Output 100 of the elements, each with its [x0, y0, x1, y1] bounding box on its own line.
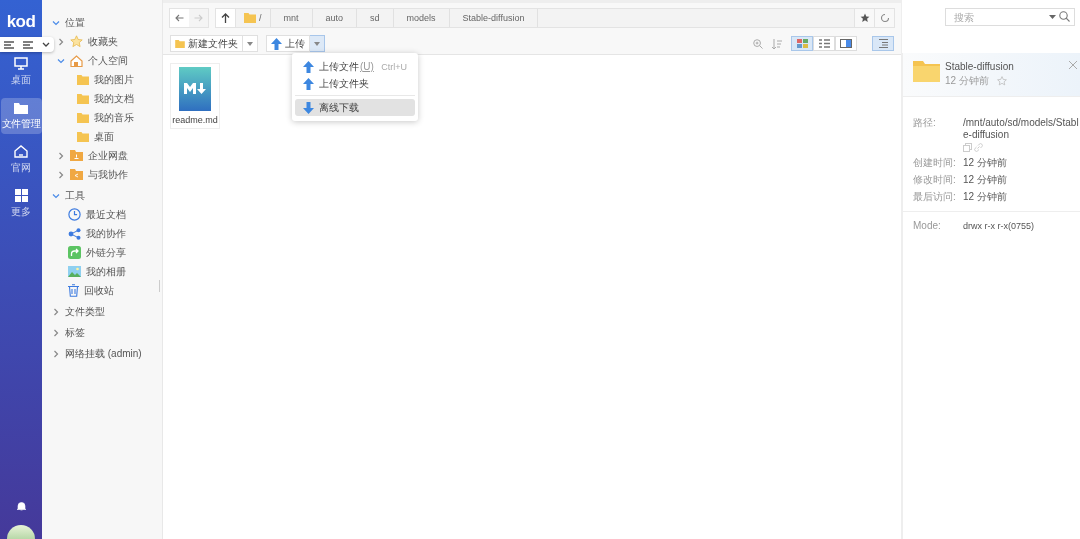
folder-icon: [77, 131, 89, 142]
dropdown-button[interactable]: [310, 35, 325, 52]
field-label: 路径:: [913, 117, 937, 130]
folder-icon: [77, 74, 89, 85]
modified-time: 12 分钟前: [945, 74, 989, 88]
list-icon: [818, 39, 830, 48]
star-icon[interactable]: [996, 76, 1007, 86]
folder-name: Stable-diffusion: [945, 61, 1014, 72]
folder-icon: [244, 13, 256, 23]
tree-item[interactable]: 与我协作: [42, 165, 162, 184]
tree-item[interactable]: 回收站: [42, 281, 162, 300]
icon-view-button[interactable]: [791, 36, 813, 51]
chevron-icon: [57, 170, 65, 179]
search-icon[interactable]: [1059, 11, 1070, 22]
tree-item[interactable]: 我的文档: [42, 89, 162, 108]
align-left-icon[interactable]: [23, 40, 33, 49]
shared-folder-icon: [70, 169, 83, 180]
breadcrumb-item[interactable]: auto: [312, 9, 358, 27]
chevron-icon: [57, 151, 65, 160]
details-icon: [877, 39, 889, 48]
caret-icon[interactable]: [1049, 15, 1056, 19]
tree-item[interactable]: 个人空间: [42, 51, 162, 70]
user-avatar[interactable]: [7, 525, 35, 539]
tree-item[interactable]: 我的相册: [42, 262, 162, 281]
up-button[interactable]: [216, 9, 236, 27]
chevron-icon: [57, 37, 65, 46]
menu-item[interactable]: 上传文件(U) Ctrl+U: [295, 58, 415, 75]
zoom-icon[interactable]: [753, 38, 763, 49]
chevron-icon: [52, 307, 60, 316]
breadcrumb-item[interactable]: models: [393, 9, 450, 27]
resize-handle[interactable]: [159, 280, 160, 292]
monitor-icon: [14, 57, 28, 70]
folder-icon: [77, 112, 89, 123]
tree-section[interactable]: 文件类型: [42, 302, 162, 321]
tree-section[interactable]: 网络挂载 (admin): [42, 344, 162, 363]
tree-item[interactable]: 最近文档: [42, 205, 162, 224]
menu-item[interactable]: 离线下载: [295, 99, 415, 116]
list-view-button[interactable]: [813, 36, 835, 51]
breadcrumb-item[interactable]: /: [236, 9, 271, 27]
field-value: 12 分钟前: [963, 157, 1007, 169]
sort-icon[interactable]: [772, 38, 782, 49]
star-icon: [70, 35, 83, 48]
chevron-icon: [52, 328, 60, 337]
chevron-icon: [52, 191, 60, 200]
new-folder-button[interactable]: 新建文件夹: [170, 35, 243, 52]
breadcrumb-item[interactable]: mnt: [270, 9, 313, 27]
tree-section[interactable]: 标签: [42, 323, 162, 342]
nav-item[interactable]: 文件管理: [0, 98, 42, 134]
markdown-file-icon: [179, 67, 211, 111]
field-label: 最后访问:: [913, 191, 957, 203]
favorite-button[interactable]: [854, 9, 874, 27]
tree-item[interactable]: 收藏夹: [42, 32, 162, 51]
clock-icon: [68, 208, 81, 221]
file-item[interactable]: readme.md: [170, 63, 220, 129]
tree-section[interactable]: 位置: [42, 13, 162, 32]
star-icon: [859, 13, 870, 23]
field-value: 12 分钟前: [963, 174, 1007, 186]
chevron-down-icon[interactable]: [41, 42, 50, 47]
folder-icon: [70, 150, 83, 161]
chevron-icon: [52, 18, 60, 27]
split-view-button[interactable]: [835, 36, 857, 51]
folder-icon: [77, 93, 89, 104]
dropdown-button[interactable]: [243, 35, 258, 52]
close-icon[interactable]: [1069, 61, 1077, 69]
down-arrow-icon: [303, 101, 314, 114]
tree-item[interactable]: 我的协作: [42, 224, 162, 243]
chevron-icon: [52, 349, 60, 358]
field-value: 12 分钟前: [963, 191, 1007, 203]
field-label: Mode:: [913, 220, 942, 232]
up-arrow-icon: [303, 77, 314, 90]
breadcrumb-item[interactable]: Stable-diffusion: [449, 9, 539, 27]
nav-item[interactable]: 桌面: [0, 54, 42, 90]
field-label: 修改时间:: [913, 174, 957, 186]
caret-icon: [247, 41, 253, 46]
tree-item[interactable]: 桌面: [42, 127, 162, 146]
tree-item[interactable]: 我的图片: [42, 70, 162, 89]
details-panel-button[interactable]: [872, 36, 894, 51]
grid-icon: [796, 39, 808, 48]
field-value: drwx r-x r-x(0755): [963, 220, 1034, 232]
nav-item[interactable]: 更多: [0, 186, 42, 222]
nav-item[interactable]: 官网: [0, 142, 42, 178]
split-view-icon: [840, 39, 852, 48]
up-arrow-icon: [271, 37, 282, 50]
folder-icon: [175, 39, 185, 48]
trash-icon: [68, 284, 79, 297]
field-label: 创建时间:: [913, 157, 957, 169]
bell-icon[interactable]: [16, 501, 26, 511]
tree-item[interactable]: 企业网盘: [42, 146, 162, 165]
search-field[interactable]: 搜索: [945, 8, 1075, 26]
folder-icon: [913, 61, 940, 82]
tree-item[interactable]: 我的音乐: [42, 108, 162, 127]
align-left-icon[interactable]: [4, 40, 15, 49]
tree-item[interactable]: 外链分享: [42, 243, 162, 262]
home-icon: [14, 145, 28, 158]
upload-button[interactable]: 上传: [266, 35, 310, 52]
up-arrow-icon: [303, 60, 314, 73]
menu-item[interactable]: 上传文件夹: [295, 75, 415, 92]
breadcrumb-item[interactable]: sd: [357, 9, 394, 27]
tree-section[interactable]: 工具: [42, 186, 162, 205]
left-arrow-icon: [175, 14, 184, 22]
